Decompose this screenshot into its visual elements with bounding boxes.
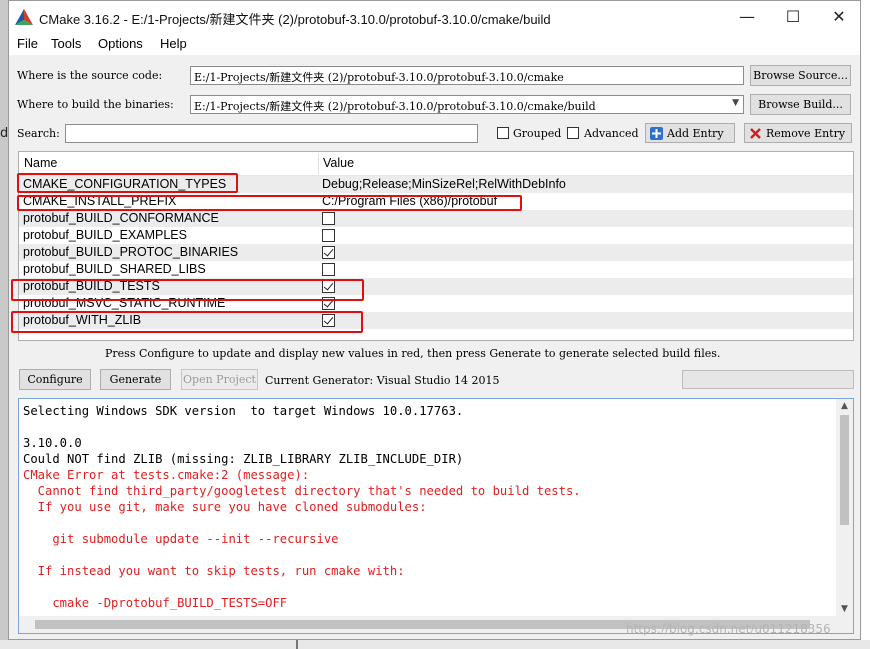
cmake-window: CMake 3.16.2 - E:/1-Projects/新建文件夹 (2)/p… xyxy=(8,0,861,640)
progress-bar xyxy=(682,370,854,389)
minimize-button[interactable]: — xyxy=(725,1,769,31)
scroll-up-icon[interactable]: ▲ xyxy=(836,399,853,413)
output-line: CMake Error at tests.cmake:2 (message): xyxy=(23,468,310,482)
source-label: Where is the source code: xyxy=(17,69,163,82)
output-line: 3.10.0.0 xyxy=(23,436,82,450)
menu-file[interactable]: File xyxy=(17,36,38,51)
table-row[interactable]: protobuf_BUILD_CONFORMANCE xyxy=(19,210,853,227)
maximize-icon: ☐ xyxy=(785,6,801,26)
background-window-strip: d xyxy=(0,0,8,649)
chevron-down-icon[interactable]: ▼ xyxy=(732,98,739,108)
grouped-label: Grouped xyxy=(513,127,562,140)
table-row[interactable]: protobuf_BUILD_EXAMPLES xyxy=(19,227,853,244)
grouped-checkbox[interactable] xyxy=(497,127,509,139)
entry-checkbox[interactable] xyxy=(322,246,335,259)
advanced-label: Advanced xyxy=(584,127,639,140)
output-log[interactable]: Selecting Windows SDK version to target … xyxy=(18,398,854,634)
maximize-button[interactable]: ☐ xyxy=(771,1,815,31)
open-project-button[interactable]: Open Project xyxy=(181,369,258,390)
add-entry-label: Add Entry xyxy=(667,126,724,140)
output-line: Could NOT find ZLIB (missing: ZLIB_LIBRA… xyxy=(23,452,464,466)
output-line: cmake -Dprotobuf_BUILD_TESTS=OFF xyxy=(23,596,288,610)
entry-name: protobuf_BUILD_CONFORMANCE xyxy=(23,211,219,225)
output-lines: Selecting Windows SDK version to target … xyxy=(23,403,833,611)
menu-tools[interactable]: Tools xyxy=(51,36,81,51)
watermark-url: https://blog.csdn.net/u011218356 xyxy=(626,622,831,636)
minimize-icon: — xyxy=(739,6,755,26)
window-title: CMake 3.16.2 - E:/1-Projects/新建文件夹 (2)/p… xyxy=(39,12,551,27)
cmake-logo-icon xyxy=(15,9,33,25)
output-line: If instead you want to skip tests, run c… xyxy=(23,564,405,578)
menu-options[interactable]: Options xyxy=(98,36,143,51)
column-header-value[interactable]: Value xyxy=(323,156,354,170)
bottom-mark xyxy=(296,640,298,649)
browse-source-button[interactable]: Browse Source... xyxy=(750,65,851,86)
vertical-scroll-thumb[interactable] xyxy=(840,415,849,525)
highlight-box-with-zlib xyxy=(11,311,363,333)
title-bar: CMake 3.16.2 - E:/1-Projects/新建文件夹 (2)/p… xyxy=(9,1,860,33)
bottom-strip xyxy=(0,640,870,649)
highlight-box-configuration-types xyxy=(17,173,238,193)
entry-checkbox[interactable] xyxy=(322,229,335,242)
entry-name: protobuf_BUILD_PROTOC_BINARIES xyxy=(23,245,239,259)
remove-entry-label: Remove Entry xyxy=(766,126,846,140)
binaries-path-value: E:/1-Projects/新建文件夹 (2)/protobuf-3.10.0/… xyxy=(194,100,596,113)
remove-x-icon xyxy=(750,127,761,139)
browse-build-button[interactable]: Browse Build... xyxy=(750,94,851,115)
entry-value[interactable]: Debug;Release;MinSizeRel;RelWithDebInfo xyxy=(322,177,566,191)
entry-name: protobuf_BUILD_SHARED_LIBS xyxy=(23,262,206,276)
output-line: git submodule update --init --recursive xyxy=(23,532,339,546)
current-generator-label: Current Generator: Visual Studio 14 2015 xyxy=(265,374,500,387)
binaries-label: Where to build the binaries: xyxy=(17,98,174,111)
advanced-checkbox[interactable] xyxy=(567,127,579,139)
configure-button[interactable]: Configure xyxy=(19,369,91,390)
close-icon: ✕ xyxy=(832,6,846,26)
vertical-scrollbar[interactable]: ▲ ▼ xyxy=(836,399,853,633)
status-hint: Press Configure to update and display ne… xyxy=(105,347,721,360)
source-path-field[interactable]: E:/1-Projects/新建文件夹 (2)/protobuf-3.10.0/… xyxy=(190,66,744,85)
add-entry-button[interactable]: Add Entry xyxy=(645,123,735,143)
entry-name: protobuf_BUILD_EXAMPLES xyxy=(23,228,187,242)
output-line: Selecting Windows SDK version to target … xyxy=(23,404,464,418)
plus-icon xyxy=(650,126,663,140)
table-row[interactable]: protobuf_BUILD_PROTOC_BINARIES xyxy=(19,244,853,261)
entry-checkbox[interactable] xyxy=(322,263,335,276)
entry-checkbox[interactable] xyxy=(322,212,335,225)
column-divider[interactable] xyxy=(318,154,319,174)
menu-help[interactable]: Help xyxy=(160,36,187,51)
output-line: Cannot find third_party/googletest direc… xyxy=(23,484,581,498)
search-input[interactable] xyxy=(65,124,478,143)
highlight-box-build-tests xyxy=(11,279,364,301)
output-line: If you use git, make sure you have clone… xyxy=(23,500,427,514)
highlight-box-install-prefix xyxy=(17,195,522,211)
table-row[interactable]: protobuf_BUILD_SHARED_LIBS xyxy=(19,261,853,278)
scroll-down-icon[interactable]: ▼ xyxy=(836,602,853,616)
menu-bar: File Tools Options Help xyxy=(9,33,860,55)
remove-entry-button[interactable]: Remove Entry xyxy=(744,123,852,143)
binaries-path-combo[interactable]: E:/1-Projects/新建文件夹 (2)/protobuf-3.10.0/… xyxy=(190,95,744,114)
search-label: Search: xyxy=(17,127,60,140)
close-button[interactable]: ✕ xyxy=(817,1,861,31)
generate-button[interactable]: Generate xyxy=(100,369,171,390)
column-header-name[interactable]: Name xyxy=(24,156,57,170)
